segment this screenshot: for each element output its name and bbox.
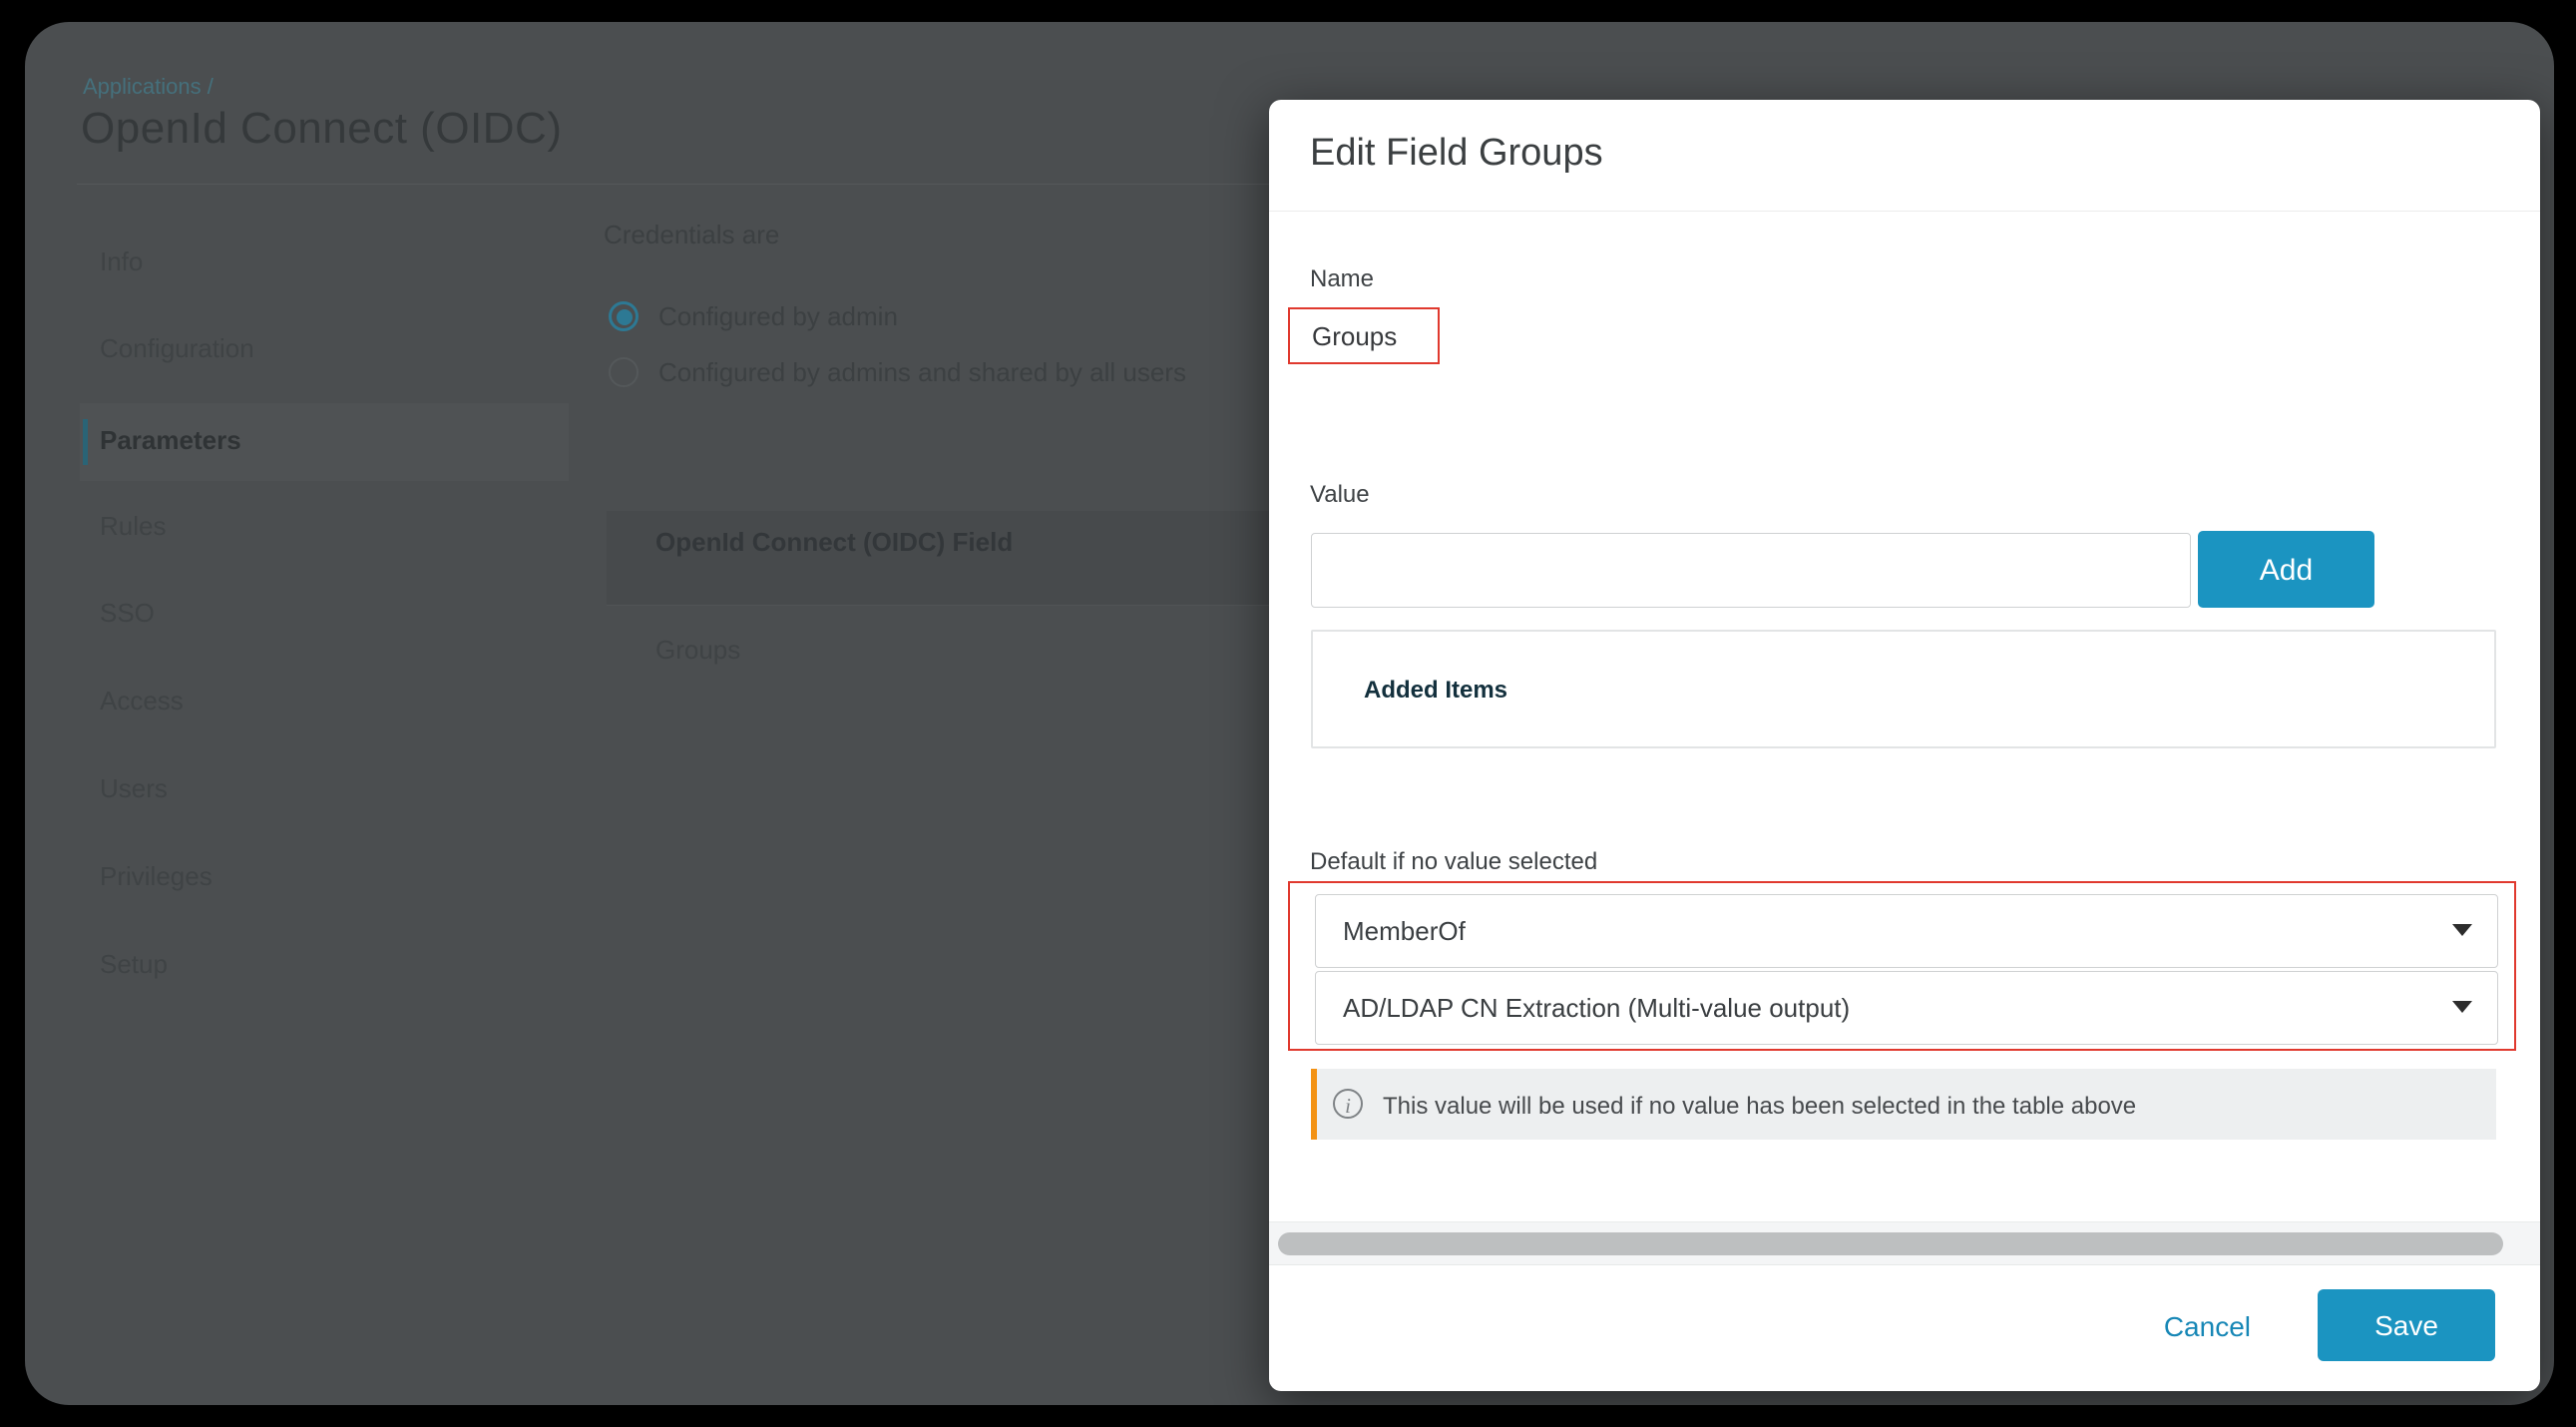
caret-down-icon xyxy=(2452,1001,2472,1013)
breadcrumb[interactable]: Applications / xyxy=(83,74,214,100)
info-circle-icon: i xyxy=(1333,1089,1363,1119)
sidebar-item-rules[interactable]: Rules xyxy=(100,510,499,542)
dialog-title-divider xyxy=(1269,211,2540,212)
default-select-transform[interactable] xyxy=(1315,894,2498,968)
save-button[interactable]: Save xyxy=(2318,1289,2495,1361)
add-button[interactable]: Add xyxy=(2198,531,2374,608)
radio-configured-by-admins-shared[interactable] xyxy=(609,357,639,387)
info-banner-text: This value will be used if no value has … xyxy=(1383,1093,2136,1121)
table-header-label: OpenId Connect (OIDC) Field xyxy=(655,527,1013,558)
default-select-extraction-value: AD/LDAP CN Extraction (Multi-value outpu… xyxy=(1343,993,1850,1024)
value-label: Value xyxy=(1310,481,1370,509)
default-select-transform-value: MemberOf xyxy=(1343,916,1466,947)
footer-divider xyxy=(1269,1264,2540,1265)
name-label: Name xyxy=(1310,265,1374,293)
value-select[interactable]: Select Groups xyxy=(1311,533,2191,608)
sidebar-active-indicator xyxy=(83,419,88,465)
name-value: Groups xyxy=(1312,321,1397,352)
added-items-label: Added Items xyxy=(1364,677,1507,705)
sidebar-item-privileges[interactable]: Privileges xyxy=(100,860,499,892)
caret-down-icon xyxy=(2452,924,2472,936)
sidebar-item-info[interactable]: Info xyxy=(100,245,499,277)
table-row[interactable]: Groups xyxy=(655,635,740,666)
radio-label-configured-by-admin[interactable]: Configured by admin xyxy=(658,301,898,331)
sidebar-item-sso[interactable]: SSO xyxy=(100,597,499,629)
default-label: Default if no value selected xyxy=(1310,848,1597,876)
credentials-label: Credentials are xyxy=(604,220,779,250)
horizontal-scrollbar-thumb[interactable] xyxy=(1278,1232,2503,1255)
cancel-button[interactable]: Cancel xyxy=(2127,1310,2257,1344)
sidebar-item-setup[interactable]: Setup xyxy=(100,948,499,980)
sidebar-item-configuration[interactable]: Configuration xyxy=(100,332,499,364)
radio-label-configured-by-admins-shared[interactable]: Configured by admins and shared by all u… xyxy=(658,357,1186,387)
sidebar-item-parameters[interactable]: Parameters xyxy=(100,424,499,456)
dialog-title: Edit Field Groups xyxy=(1310,132,1603,175)
page-title: OpenId Connect (OIDC) xyxy=(81,104,562,154)
edit-field-groups-dialog: Edit Field Groups Name Groups Value Sele… xyxy=(1269,100,2540,1391)
radio-selected-dot xyxy=(617,309,633,325)
sidebar-item-access[interactable]: Access xyxy=(100,685,499,716)
sidebar-item-users[interactable]: Users xyxy=(100,772,499,804)
radio-configured-by-admin[interactable] xyxy=(609,301,639,331)
